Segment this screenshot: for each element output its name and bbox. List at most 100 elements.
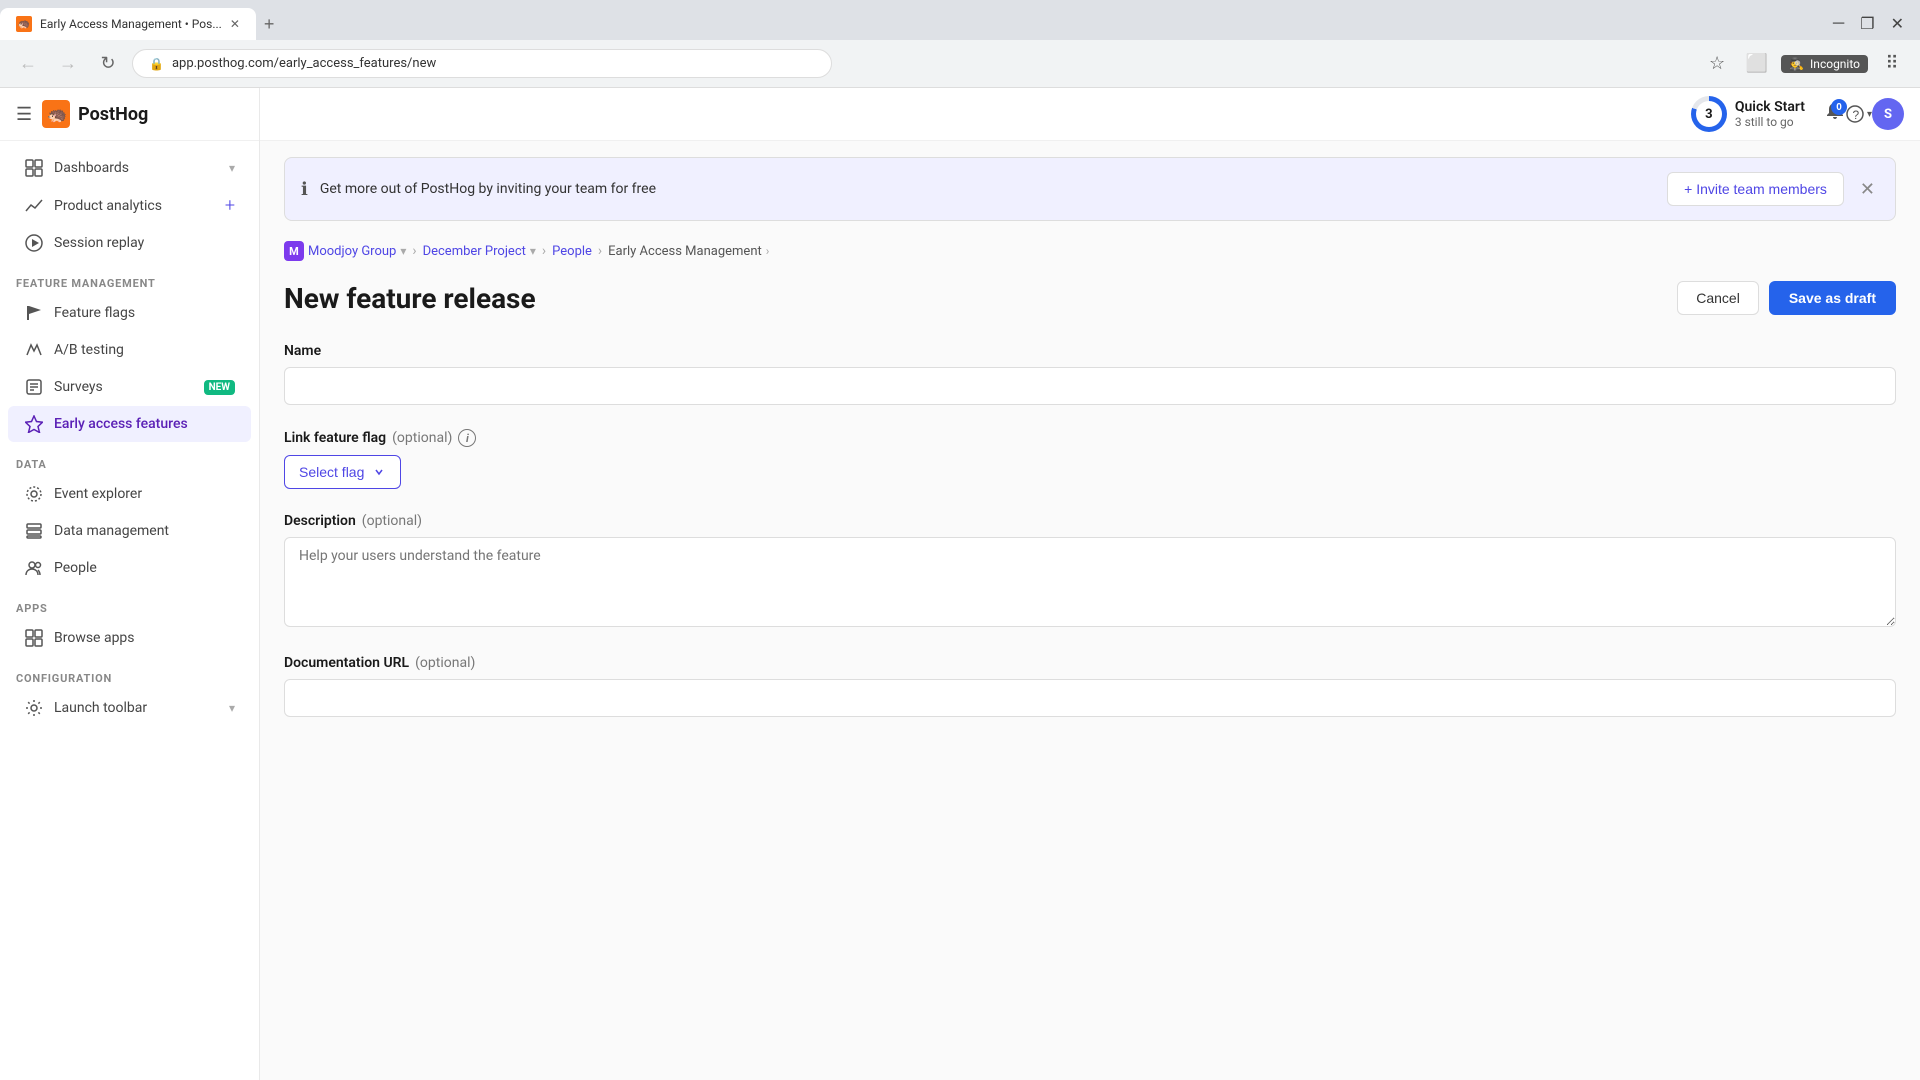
sidebar-item-event-explorer[interactable]: Event explorer xyxy=(8,476,251,512)
doc-url-input[interactable] xyxy=(284,679,1896,717)
sidebar-item-session-replay[interactable]: Session replay xyxy=(8,225,251,261)
sidebar: ☰ 🦔 PostHog Dashboards ▾ xyxy=(0,88,260,1080)
quick-start-subtitle: 3 still to go xyxy=(1735,115,1805,129)
doc-url-label: Documentation URL (optional) xyxy=(284,655,1896,671)
back-button[interactable]: ← xyxy=(12,48,44,80)
favicon: 🦔 xyxy=(16,16,32,32)
svg-text:?: ? xyxy=(1852,108,1859,122)
configuration-section-header: CONFIGURATION xyxy=(0,664,259,689)
link-flag-section: Link feature flag (optional) i Select fl… xyxy=(284,429,1896,489)
hamburger-button[interactable]: ☰ xyxy=(16,104,32,125)
sidebar-item-launch-toolbar[interactable]: Launch toolbar ▾ xyxy=(8,690,251,726)
quick-start-widget[interactable]: 3 Quick Start 3 still to go xyxy=(1691,96,1805,132)
notifications-button[interactable]: 0 xyxy=(1825,101,1845,127)
name-section: Name xyxy=(284,343,1896,405)
save-draft-button[interactable]: Save as draft xyxy=(1769,281,1896,315)
lock-icon: 🔒 xyxy=(149,57,164,71)
browse-apps-label: Browse apps xyxy=(54,630,235,646)
sidebar-item-browse-apps[interactable]: Browse apps xyxy=(8,620,251,656)
minimize-button[interactable]: ─ xyxy=(1825,10,1852,38)
select-flag-chevron-icon xyxy=(372,465,386,479)
link-flag-info-icon[interactable]: i xyxy=(458,429,476,447)
breadcrumb-sep-3: › xyxy=(598,243,602,259)
sidebar-item-early-access-features[interactable]: Early access features xyxy=(8,406,251,442)
incognito-icon: 🕵 xyxy=(1789,57,1804,71)
breadcrumb-project-label: December Project xyxy=(423,244,526,259)
extensions-button[interactable]: ⠿ xyxy=(1876,48,1908,80)
help-button[interactable]: ? ▾ xyxy=(1845,104,1872,124)
close-button[interactable]: ✕ xyxy=(1883,10,1912,38)
cast-button[interactable]: ⬜ xyxy=(1741,48,1773,80)
breadcrumb-org[interactable]: M Moodjoy Group ▾ xyxy=(284,241,406,261)
quick-start-text: Quick Start 3 still to go xyxy=(1735,99,1805,129)
apps-section-header: APPS xyxy=(0,594,259,619)
browser-toolbar: ← → ↻ 🔒 app.posthog.com/early_access_fea… xyxy=(0,40,1920,88)
restore-button[interactable]: ❐ xyxy=(1852,10,1882,38)
browser-tab-active[interactable]: 🦔 Early Access Management • Pos... ✕ xyxy=(0,8,256,40)
invite-team-label: + Invite team members xyxy=(1684,181,1827,197)
people-icon xyxy=(24,558,44,578)
select-flag-button[interactable]: Select flag xyxy=(284,455,401,489)
page-header: New feature release Cancel Save as draft xyxy=(284,281,1896,315)
user-avatar[interactable]: S xyxy=(1872,98,1904,130)
sidebar-item-dashboards[interactable]: Dashboards ▾ xyxy=(8,150,251,186)
breadcrumb-org-label: Moodjoy Group xyxy=(308,244,396,259)
app-container: ☰ 🦔 PostHog Dashboards ▾ xyxy=(0,88,1920,1080)
link-flag-label: Link feature flag (optional) i xyxy=(284,429,1896,447)
sidebar-item-ab-testing[interactable]: A/B testing xyxy=(8,332,251,368)
product-analytics-plus-icon: + xyxy=(225,195,235,216)
quick-start-title: Quick Start xyxy=(1735,99,1805,115)
sidebar-item-data-management[interactable]: Data management xyxy=(8,513,251,549)
description-section: Description (optional) xyxy=(284,513,1896,631)
main-content: 3 Quick Start 3 still to go 0 ? ▾ S ℹ Ge… xyxy=(260,88,1920,1080)
early-access-icon xyxy=(24,414,44,434)
doc-url-optional-text: (optional) xyxy=(415,655,475,671)
sidebar-item-surveys[interactable]: Surveys NEW xyxy=(8,369,251,405)
sidebar-item-feature-flags[interactable]: Feature flags xyxy=(8,295,251,331)
logo-icon: 🦔 xyxy=(42,100,70,128)
header-actions: Cancel Save as draft xyxy=(1677,281,1896,315)
org-dropdown-icon: ▾ xyxy=(400,244,406,258)
sidebar-item-people[interactable]: People xyxy=(8,550,251,586)
current-dropdown-icon: › xyxy=(766,244,770,258)
logo-text: PostHog xyxy=(78,104,148,125)
breadcrumb-project[interactable]: December Project ▾ xyxy=(423,244,536,259)
browser-chrome: 🦔 Early Access Management • Pos... ✕ + ─… xyxy=(0,0,1920,88)
event-explorer-icon xyxy=(24,484,44,504)
event-explorer-label: Event explorer xyxy=(54,486,235,502)
breadcrumb: M Moodjoy Group ▾ › December Project ▾ ›… xyxy=(260,221,1920,261)
launch-toolbar-arrow-icon: ▾ xyxy=(229,701,235,715)
cancel-button[interactable]: Cancel xyxy=(1677,281,1759,315)
quick-start-count: 3 xyxy=(1696,101,1722,127)
breadcrumb-current: Early Access Management › xyxy=(608,244,769,259)
description-optional-text: (optional) xyxy=(362,513,422,529)
breadcrumb-current-label: Early Access Management xyxy=(608,244,762,259)
forward-button[interactable]: → xyxy=(52,48,84,80)
bookmark-button[interactable]: ☆ xyxy=(1701,48,1733,80)
info-icon: ℹ xyxy=(301,179,308,200)
name-label-text: Name xyxy=(284,343,321,359)
incognito-label: Incognito xyxy=(1810,57,1860,71)
quick-start-progress-circle: 3 xyxy=(1691,96,1727,132)
session-replay-icon xyxy=(24,233,44,253)
description-textarea[interactable] xyxy=(284,537,1896,627)
invite-team-button[interactable]: + Invite team members xyxy=(1667,172,1844,206)
address-bar[interactable]: 🔒 app.posthog.com/early_access_features/… xyxy=(132,49,832,78)
incognito-badge: 🕵 Incognito xyxy=(1781,55,1868,73)
breadcrumb-people[interactable]: People xyxy=(552,244,592,259)
breadcrumb-sep-2: › xyxy=(542,243,546,259)
new-tab-button[interactable]: + xyxy=(256,14,283,35)
name-input[interactable] xyxy=(284,367,1896,405)
refresh-button[interactable]: ↻ xyxy=(92,48,124,80)
data-section-header: DATA xyxy=(0,450,259,475)
close-tab-icon[interactable]: ✕ xyxy=(230,17,240,31)
launch-toolbar-icon xyxy=(24,698,44,718)
address-text: app.posthog.com/early_access_features/ne… xyxy=(172,56,436,71)
notification-count: 0 xyxy=(1831,99,1847,115)
description-label-text: Description xyxy=(284,513,356,529)
sidebar-item-product-analytics[interactable]: Product analytics + xyxy=(8,187,251,224)
surveys-new-badge: NEW xyxy=(204,380,235,395)
banner-close-button[interactable]: ✕ xyxy=(1856,175,1879,204)
product-analytics-icon xyxy=(24,196,44,216)
session-replay-label: Session replay xyxy=(54,235,235,251)
